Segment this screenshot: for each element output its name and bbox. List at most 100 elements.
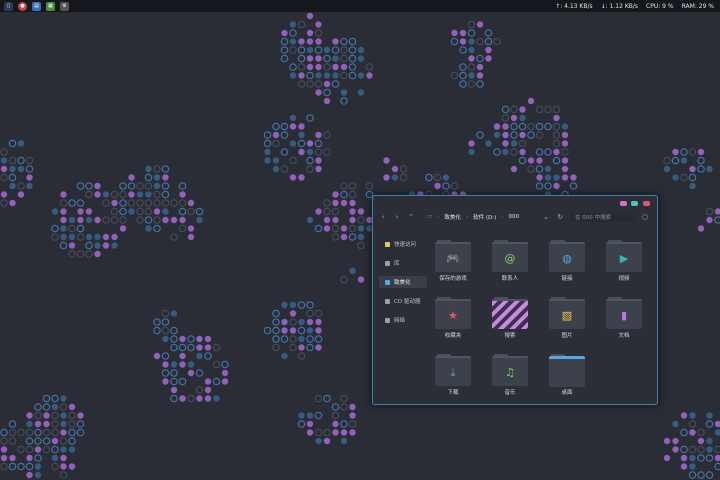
back-arrow-icon[interactable]: ‹ bbox=[379, 213, 387, 221]
wallpaper-dot bbox=[510, 105, 518, 114]
wallpaper-dot bbox=[544, 165, 552, 173]
refresh-icon[interactable]: ↻ bbox=[556, 213, 564, 221]
folder-icon: ⤓ bbox=[435, 354, 471, 386]
wallpaper-dot bbox=[468, 38, 475, 45]
sidebar-item[interactable]: 库 bbox=[379, 257, 427, 269]
folder-item[interactable]: ▶ 视频 bbox=[606, 240, 642, 282]
navigation-pane: 快速访问库致美化 CD 驱动器 网络 bbox=[379, 238, 427, 333]
sidebar-item[interactable]: 网络 bbox=[379, 314, 427, 326]
wallpaper-dot bbox=[8, 437, 17, 445]
sidebar-item[interactable]: 快速访问 bbox=[379, 238, 427, 250]
wallpaper-dot bbox=[714, 462, 720, 471]
wallpaper-dot bbox=[331, 233, 340, 241]
wallpaper-dot bbox=[153, 165, 161, 173]
wallpaper-dot bbox=[323, 199, 331, 207]
folder-item[interactable]: ♫ 音乐 bbox=[492, 354, 528, 396]
minimize-button[interactable] bbox=[620, 201, 627, 206]
folder-item[interactable]: 🎮 保存的游戏 bbox=[435, 240, 471, 282]
wallpaper-dot bbox=[331, 46, 340, 54]
up-arrow-icon[interactable]: ⌃ bbox=[407, 213, 415, 221]
wallpaper-dot bbox=[442, 182, 450, 190]
wallpaper-dot bbox=[85, 190, 93, 199]
folder-item[interactable]: ▮ 文档 bbox=[606, 297, 642, 339]
forward-arrow-icon[interactable]: › bbox=[393, 213, 401, 221]
folder-icon: ◍ bbox=[549, 240, 585, 272]
wallpaper-dot bbox=[510, 114, 518, 122]
folder-item[interactable]: ⤓ 下载 bbox=[435, 354, 471, 396]
wallpaper-dot bbox=[68, 463, 76, 470]
wallpaper-dot bbox=[161, 190, 170, 199]
wallpaper-dot bbox=[289, 46, 297, 54]
sidebar-item[interactable]: CD 驱动器 bbox=[379, 295, 427, 307]
wallpaper-dot bbox=[357, 216, 365, 224]
wallpaper-dot bbox=[663, 165, 671, 173]
folder-label: 文档 bbox=[618, 333, 630, 339]
wallpaper-dot bbox=[59, 437, 68, 445]
folder-item[interactable]: ◍ 链接 bbox=[549, 240, 585, 282]
video-icon: ▶ bbox=[619, 251, 629, 265]
sidebar-item[interactable]: 致美化 bbox=[379, 276, 427, 288]
wallpaper-dot bbox=[170, 233, 178, 241]
wallpaper-dot bbox=[519, 131, 526, 139]
wallpaper-dot bbox=[145, 191, 152, 198]
wallpaper-dot bbox=[365, 182, 374, 190]
wallpaper-dot bbox=[51, 411, 59, 420]
wallpaper-dot bbox=[60, 429, 67, 436]
search-input[interactable]: 在 000 中搜索 bbox=[570, 212, 635, 222]
wallpaper-dot bbox=[42, 428, 51, 437]
wallpaper-dot bbox=[314, 428, 323, 437]
wallpaper-dot bbox=[315, 318, 322, 326]
wallpaper-dot bbox=[544, 148, 552, 156]
files-app-icon[interactable]: ▤ bbox=[32, 1, 41, 11]
folder-icon: ▧ bbox=[549, 297, 585, 329]
wallpaper-dot bbox=[553, 174, 560, 181]
chrome-app-icon[interactable]: ● bbox=[18, 1, 27, 11]
folder-item[interactable]: 桌面 bbox=[549, 354, 585, 396]
wallpaper-dot bbox=[484, 29, 493, 37]
wallpaper-dot bbox=[0, 199, 8, 207]
wallpaper-dot bbox=[68, 242, 76, 249]
wallpaper-dot bbox=[289, 21, 297, 28]
wallpaper-dot bbox=[51, 420, 59, 428]
wallpaper-dot bbox=[689, 429, 696, 436]
search-icon[interactable]: ○ bbox=[641, 213, 649, 221]
wallpaper-dot bbox=[264, 157, 271, 164]
wallpaper-dot bbox=[281, 301, 288, 309]
breadcrumb-item[interactable]: 000 bbox=[508, 214, 519, 220]
breadcrumb-item[interactable]: 致美化 bbox=[444, 213, 461, 221]
wallpaper-dot bbox=[348, 54, 357, 63]
wallpaper-dot bbox=[314, 309, 323, 318]
wallpaper-dot bbox=[332, 72, 339, 79]
store-app-icon[interactable]: ▦ bbox=[46, 1, 55, 11]
wallpaper-dot bbox=[450, 71, 459, 80]
breadcrumb-item[interactable]: 软件 (D:) bbox=[473, 213, 496, 221]
terminal-app-icon[interactable]: ▯ bbox=[4, 1, 13, 11]
folder-item[interactable]: ▧ 图片 bbox=[549, 297, 585, 339]
wallpaper-dot bbox=[51, 233, 59, 241]
wallpaper-dot bbox=[178, 343, 187, 352]
close-button[interactable] bbox=[643, 201, 650, 206]
window-titlebar[interactable] bbox=[373, 196, 657, 210]
wallpaper-dot bbox=[144, 207, 153, 216]
folder-item[interactable]: 搜索 bbox=[492, 297, 528, 339]
chevron-down-icon[interactable]: ⌄ bbox=[542, 213, 550, 221]
breadcrumb[interactable]: ▭ › 致美化 › 软件 (D:) › 000 bbox=[427, 213, 519, 221]
wallpaper-dot bbox=[433, 173, 442, 182]
wallpaper-dot bbox=[314, 29, 323, 37]
folder-item[interactable]: ★ 收藏夹 bbox=[435, 297, 471, 339]
wallpaper-dot bbox=[314, 394, 323, 403]
wallpaper-dot bbox=[42, 445, 51, 454]
settings-app-icon[interactable]: ⚙ bbox=[60, 1, 69, 11]
wallpaper-dot bbox=[323, 207, 331, 216]
wallpaper-dot bbox=[281, 352, 288, 360]
folder-item[interactable]: @ 联系人 bbox=[492, 240, 528, 282]
maximize-button[interactable] bbox=[631, 201, 638, 206]
wallpaper-dot bbox=[714, 216, 720, 224]
wallpaper-dot bbox=[17, 445, 25, 454]
wallpaper-dot bbox=[68, 216, 76, 224]
wallpaper-dot bbox=[476, 63, 484, 71]
folder-label: 桌面 bbox=[561, 390, 573, 396]
wallpaper-dot bbox=[459, 71, 467, 80]
wallpaper-dot bbox=[689, 412, 696, 419]
wallpaper-dot bbox=[76, 420, 85, 428]
